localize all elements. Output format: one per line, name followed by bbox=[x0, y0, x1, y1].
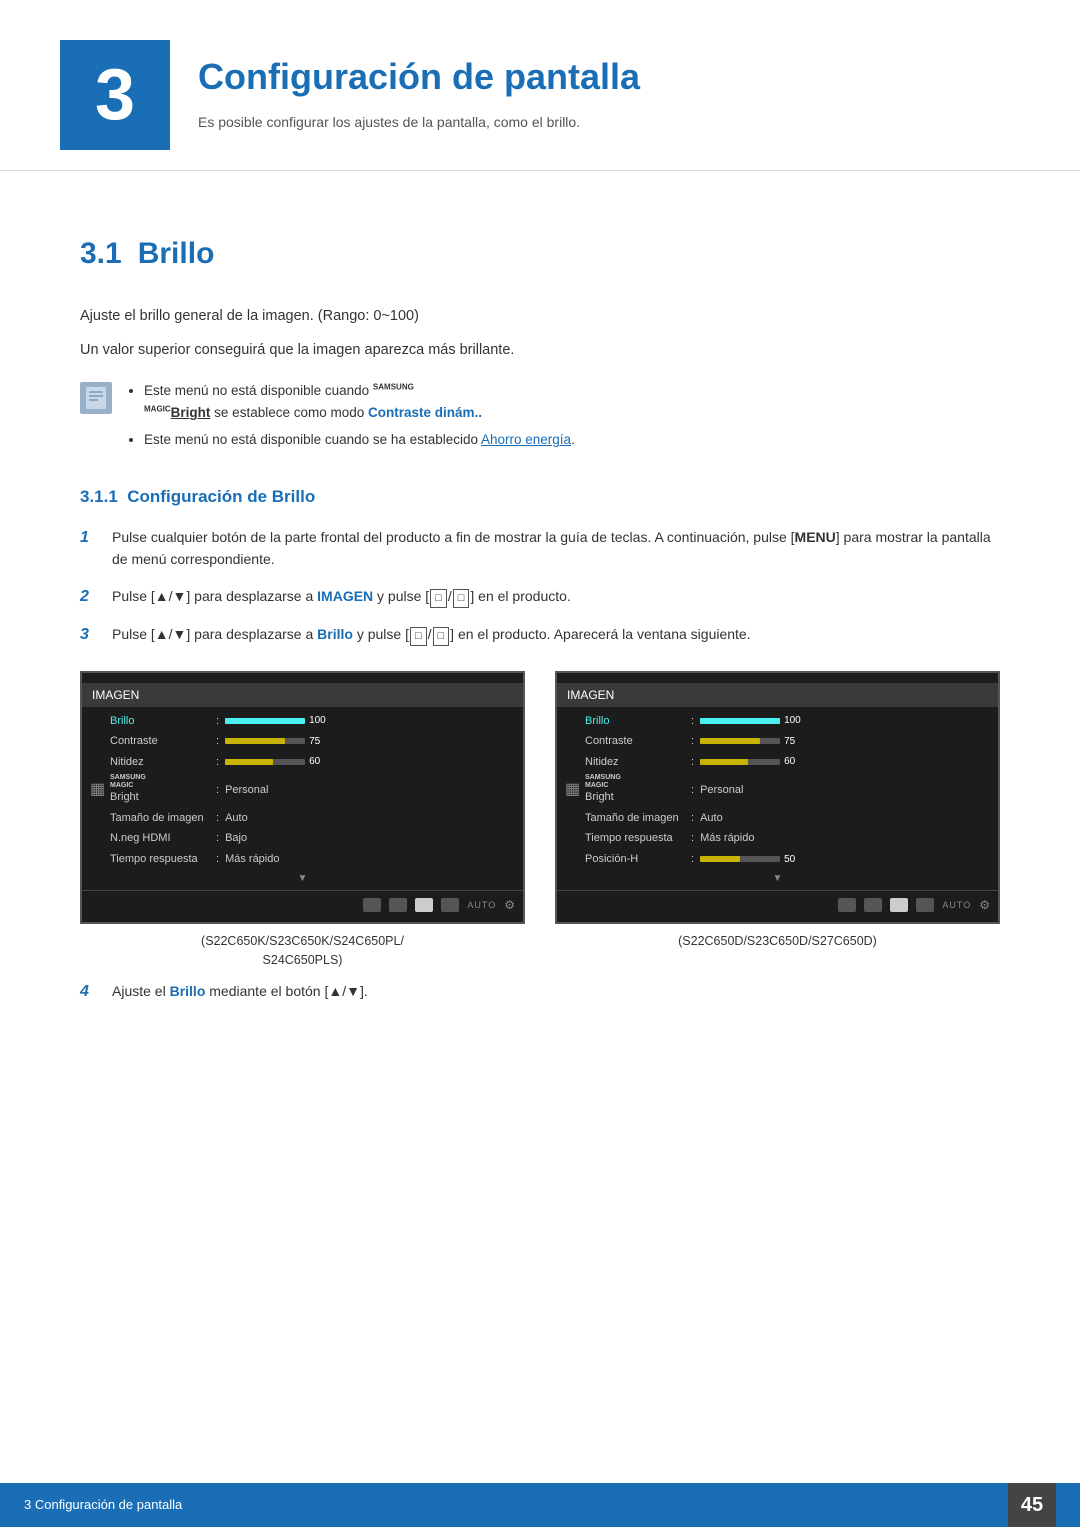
step-number-4: 4 bbox=[80, 980, 104, 1004]
monitor-row-nitidez-2: Nitidez : 60 bbox=[557, 752, 998, 773]
auto-label-1: AUTO bbox=[467, 899, 496, 913]
monitor-row-contraste-1: Contraste : 75 bbox=[82, 731, 523, 752]
monitor-bottom-bar-1: AUTO ⚙ bbox=[82, 890, 523, 916]
screenshot-1: IMAGEN Brillo : 100 Contraste : bbox=[80, 671, 525, 970]
step-text-1: Pulse cualquier botón de la parte fronta… bbox=[112, 526, 1000, 571]
icon-inline-4: □ bbox=[433, 627, 450, 647]
imagen-label: IMAGEN bbox=[317, 588, 373, 604]
step-text-3: Pulse [▲/▼] para desplazarse a Brillo y … bbox=[112, 623, 1000, 647]
screenshot-caption-2: (S22C650D/S23C650D/S27C650D) bbox=[678, 932, 877, 951]
step4-list: 4 Ajuste el Brillo mediante el botón [▲/… bbox=[80, 980, 1000, 1004]
section-description: Ajuste el brillo general de la imagen. (… bbox=[80, 306, 1000, 362]
monitor-screen-1: IMAGEN Brillo : 100 Contraste : bbox=[80, 671, 525, 925]
footer-section-label: 3 Configuración de pantalla bbox=[24, 1495, 182, 1515]
auto-label-2: AUTO bbox=[942, 899, 971, 913]
icon-inline-2: □ bbox=[453, 589, 470, 609]
main-content: 3.1 Brillo Ajuste el brillo general de la… bbox=[0, 201, 1080, 1104]
btn-icon-2 bbox=[389, 898, 407, 912]
brillo-label-step4: Brillo bbox=[170, 983, 206, 999]
footer-page-number: 45 bbox=[1008, 1483, 1056, 1527]
section-desc-2: Un valor superior conseguirá que la imag… bbox=[80, 340, 1000, 362]
step-number-3: 3 bbox=[80, 623, 104, 647]
btn-icon-7 bbox=[890, 898, 908, 912]
monitor-row-posicion-2: Posición-H : 50 bbox=[557, 849, 998, 870]
section-desc-1: Ajuste el brillo general de la imagen. (… bbox=[80, 306, 1000, 328]
monitor-icon-left-2: ▦ bbox=[565, 778, 580, 802]
note-box: Este menú no está disponible cuando SAMS… bbox=[80, 380, 1000, 457]
monitor-row-tamano-1: Tamaño de imagen : Auto bbox=[82, 808, 523, 829]
down-arrow-2: ▼ bbox=[557, 871, 998, 886]
down-arrow-1: ▼ bbox=[82, 871, 523, 886]
step-2: 2 Pulse [▲/▼] para desplazarse a IMAGEN … bbox=[80, 585, 1000, 609]
brillo-label-step3: Brillo bbox=[317, 626, 353, 642]
btn-icon-4 bbox=[441, 898, 459, 912]
chapter-title-block: Configuración de pantalla Es posible con… bbox=[198, 40, 640, 133]
step-number-1: 1 bbox=[80, 526, 104, 550]
step-1: 1 Pulse cualquier botón de la parte fron… bbox=[80, 526, 1000, 571]
monitor-row-contraste-2: Contraste : 75 bbox=[557, 731, 998, 752]
btn-icon-3 bbox=[415, 898, 433, 912]
btn-icon-8 bbox=[916, 898, 934, 912]
step-4: 4 Ajuste el Brillo mediante el botón [▲/… bbox=[80, 980, 1000, 1004]
step-text-2: Pulse [▲/▼] para desplazarse a IMAGEN y … bbox=[112, 585, 1000, 609]
gear-icon-2: ⚙ bbox=[979, 896, 990, 914]
note-lines: Este menú no está disponible cuando SAMS… bbox=[126, 380, 575, 457]
note-line-2: Este menú no está disponible cuando se h… bbox=[144, 429, 575, 452]
icon-inline-3: □ bbox=[410, 627, 427, 647]
step-3: 3 Pulse [▲/▼] para desplazarse a Brillo … bbox=[80, 623, 1000, 647]
gear-icon-1: ⚙ bbox=[504, 896, 515, 914]
btn-icon-5 bbox=[838, 898, 856, 912]
monitor-header-2: IMAGEN bbox=[557, 683, 998, 707]
monitor-row-tiempo-1: Tiempo respuesta : Más rápido bbox=[82, 849, 523, 870]
section-title: 3.1 Brillo bbox=[80, 231, 1000, 276]
icon-inline-1: □ bbox=[430, 589, 447, 609]
btn-icon-1 bbox=[363, 898, 381, 912]
chapter-header: 3 Configuración de pantalla Es posible c… bbox=[0, 0, 1080, 171]
contraste-link: Contraste dinám.. bbox=[368, 405, 482, 420]
note-icon bbox=[80, 382, 112, 414]
step-text-4: Ajuste el Brillo mediante el botón [▲/▼]… bbox=[112, 980, 1000, 1002]
chapter-subtitle: Es posible configurar los ajustes de la … bbox=[198, 112, 640, 133]
btn-icon-6 bbox=[864, 898, 882, 912]
section-number: 3.1 bbox=[80, 237, 122, 270]
ahorro-link: Ahorro energía bbox=[481, 432, 571, 447]
monitor-row-tamano-2: Tamaño de imagen : Auto bbox=[557, 808, 998, 829]
monitor-icon-left-1: ▦ bbox=[90, 778, 105, 802]
monitor-bottom-bar-2: AUTO ⚙ bbox=[557, 890, 998, 916]
screenshots-row: IMAGEN Brillo : 100 Contraste : bbox=[80, 671, 1000, 970]
steps-list: 1 Pulse cualquier botón de la parte fron… bbox=[80, 526, 1000, 647]
page-footer: 3 Configuración de pantalla 45 bbox=[0, 1483, 1080, 1527]
monitor-row-nneg-1: N.neg HDMI : Bajo bbox=[82, 828, 523, 849]
chapter-number: 3 bbox=[60, 40, 170, 150]
subsection-title: 3.1.1 Configuración de Brillo bbox=[80, 484, 1000, 510]
monitor-row-nitidez-1: Nitidez : 60 bbox=[82, 752, 523, 773]
monitor-row-magic-1: ▦ SAMSUNGMAGICBright : Personal bbox=[82, 772, 523, 808]
screenshot-2: IMAGEN Brillo : 100 Contraste : bbox=[555, 671, 1000, 952]
bright-label: Bright bbox=[171, 405, 211, 420]
chapter-title: Configuración de pantalla bbox=[198, 50, 640, 104]
screenshot-caption-1: (S22C650K/S23C650K/S24C650PL/S24C650PLS) bbox=[201, 932, 404, 970]
monitor-header-1: IMAGEN bbox=[82, 683, 523, 707]
monitor-row-magic-2: ▦ SAMSUNGMAGICBright : Personal bbox=[557, 772, 998, 808]
monitor-row-brillo-1: Brillo : 100 bbox=[82, 711, 523, 732]
note-line-1: Este menú no está disponible cuando SAMS… bbox=[144, 380, 575, 426]
step-number-2: 2 bbox=[80, 585, 104, 609]
section-heading: Brillo bbox=[138, 237, 215, 270]
monitor-row-brillo-2: Brillo : 100 bbox=[557, 711, 998, 732]
monitor-row-tiempo-2: Tiempo respuesta : Más rápido bbox=[557, 828, 998, 849]
monitor-screen-2: IMAGEN Brillo : 100 Contraste : bbox=[555, 671, 1000, 925]
